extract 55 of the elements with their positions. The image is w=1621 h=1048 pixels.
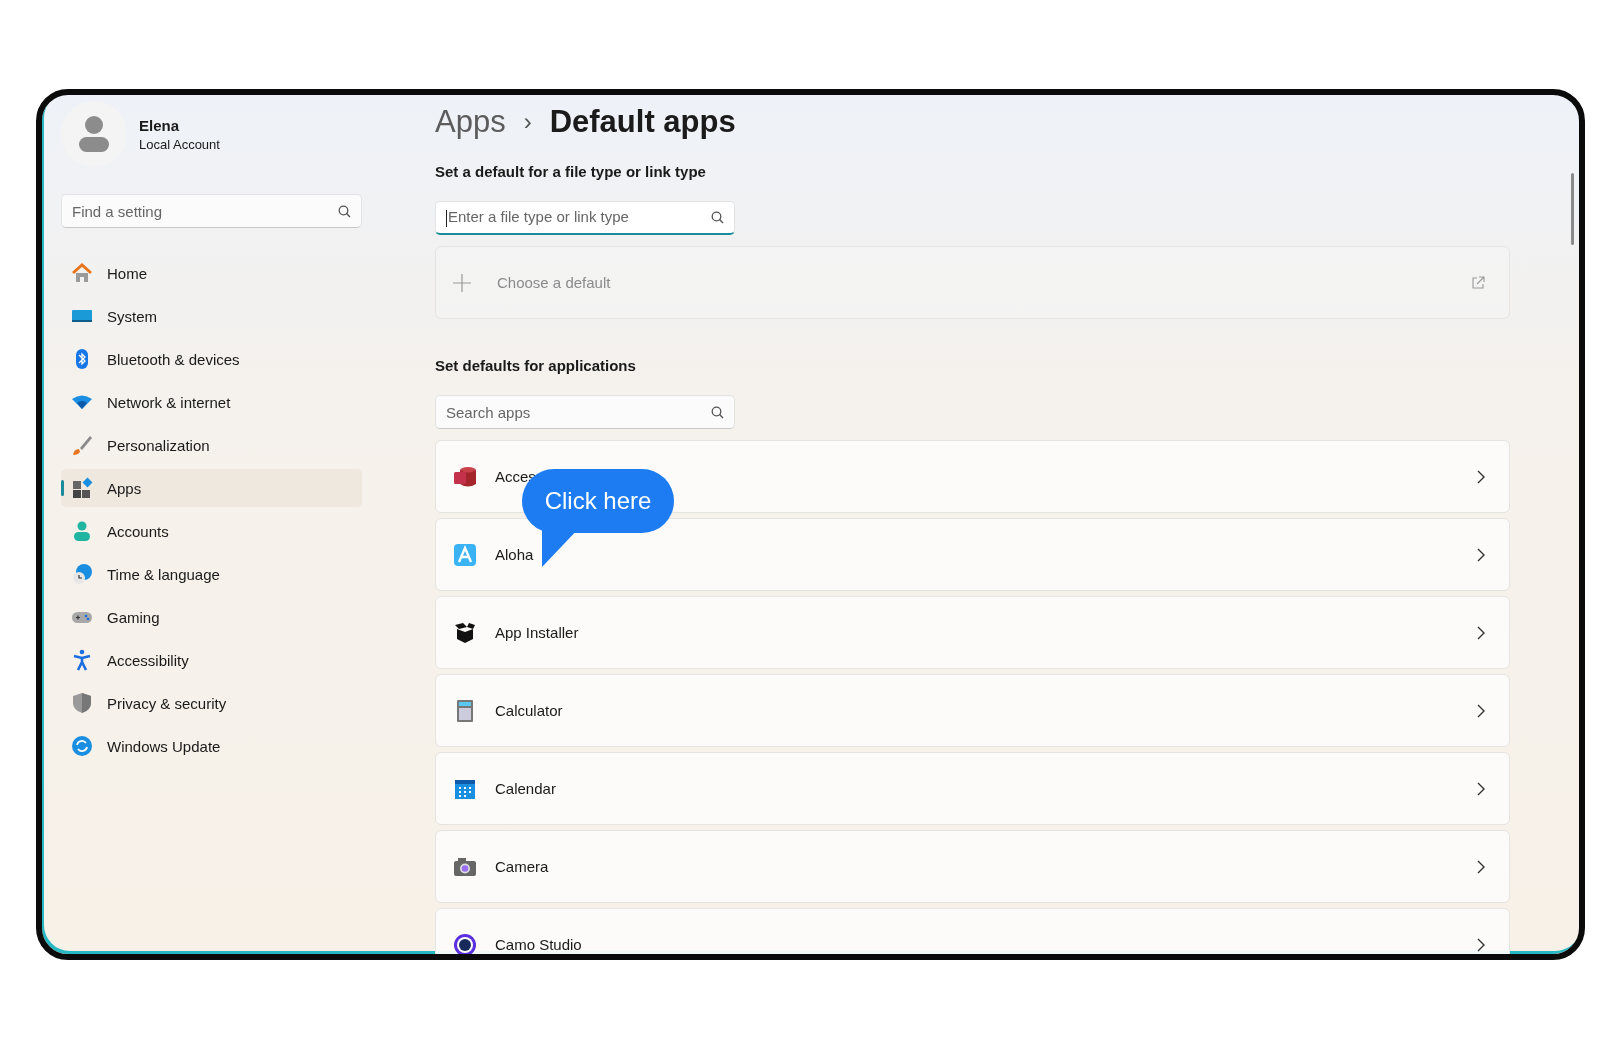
search-icon bbox=[711, 211, 724, 224]
chevron-right-icon bbox=[1477, 859, 1485, 874]
sync-icon bbox=[71, 735, 93, 757]
chevron-right-icon bbox=[1477, 469, 1485, 484]
person-icon bbox=[71, 520, 93, 542]
nav-item[interactable]: Time & language bbox=[61, 555, 362, 593]
house-icon bbox=[71, 262, 93, 284]
nav-item[interactable]: System bbox=[61, 297, 362, 335]
scrollbar-thumb[interactable] bbox=[1571, 173, 1574, 245]
search-icon bbox=[338, 204, 351, 218]
globe-clock-icon bbox=[71, 563, 93, 585]
file-type-search-field[interactable]: Enter a file type or link type bbox=[435, 201, 735, 235]
app-row[interactable]: Calculator bbox=[435, 674, 1510, 747]
app-row[interactable]: Camera bbox=[435, 830, 1510, 903]
accessibility-icon bbox=[71, 649, 93, 671]
webcam-icon bbox=[453, 932, 477, 954]
chevron-right-icon bbox=[1477, 937, 1485, 952]
app-row[interactable]: Calendar bbox=[435, 752, 1510, 825]
search-apps-field[interactable]: Search apps bbox=[435, 395, 735, 429]
nav-item[interactable]: Accounts bbox=[61, 512, 362, 550]
app-row[interactable]: App Installer bbox=[435, 596, 1510, 669]
chevron-right-icon bbox=[1477, 625, 1485, 640]
nav-item[interactable]: Network & internet bbox=[61, 383, 362, 421]
nav-item[interactable]: Bluetooth & devices bbox=[61, 340, 362, 378]
app-row[interactable]: Camo Studio bbox=[435, 908, 1510, 954]
page-title: Default apps bbox=[549, 104, 736, 140]
app-row[interactable]: Aloha bbox=[435, 518, 1510, 591]
nav-item[interactable]: Accessibility bbox=[61, 641, 362, 679]
person-silhouette-icon bbox=[78, 115, 110, 153]
letter-tile-icon bbox=[453, 542, 477, 567]
nav-item[interactable]: Gaming bbox=[61, 598, 362, 636]
breadcrumb-separator: › bbox=[523, 108, 532, 136]
search-field[interactable]: Find a setting bbox=[61, 194, 362, 228]
open-box-icon bbox=[453, 620, 477, 645]
section-heading: Set defaults for applications bbox=[435, 357, 637, 374]
nav-item[interactable]: Home bbox=[61, 254, 362, 292]
shield-icon bbox=[71, 692, 93, 714]
breadcrumb-link[interactable]: Apps bbox=[435, 104, 506, 140]
nav-item[interactable]: Apps bbox=[61, 469, 362, 507]
database-icon bbox=[453, 464, 477, 489]
plus-icon bbox=[453, 273, 471, 292]
search-icon bbox=[711, 405, 724, 419]
apps-icon bbox=[71, 477, 93, 499]
account-type: Local Account bbox=[139, 136, 220, 152]
selection-indicator bbox=[61, 480, 64, 496]
user-name: Elena bbox=[139, 116, 181, 134]
nav-item[interactable]: Privacy & security bbox=[61, 684, 362, 722]
chevron-right-icon bbox=[1477, 703, 1485, 718]
section-heading: Set a default for a file type or link type bbox=[435, 163, 707, 180]
external-link-icon bbox=[1471, 275, 1485, 290]
chevron-right-icon bbox=[1477, 547, 1485, 562]
nav-item[interactable]: Windows Update bbox=[61, 727, 362, 765]
paintbrush-icon bbox=[71, 434, 93, 456]
chevron-right-icon bbox=[1477, 781, 1485, 796]
nav-item[interactable]: Personalization bbox=[61, 426, 362, 464]
